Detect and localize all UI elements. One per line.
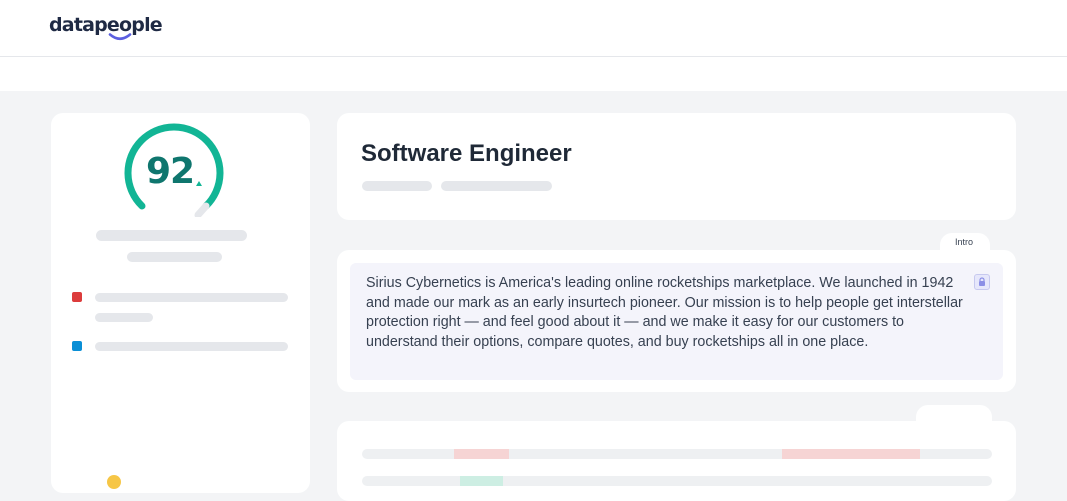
- top-navigation-bar: datapeople: [0, 0, 1067, 57]
- score-value: 92: [146, 151, 195, 192]
- info-indicator-icon: [72, 341, 82, 351]
- alert-text-placeholder: [95, 293, 288, 302]
- highlight-marker: [782, 449, 920, 459]
- highlight-marker: [454, 449, 509, 459]
- highlight-marker: [460, 476, 503, 486]
- meta-placeholder: [362, 181, 432, 191]
- app-logo[interactable]: datapeople: [49, 14, 163, 36]
- analysis-line-placeholder: [362, 476, 992, 486]
- alert-text-placeholder: [95, 313, 153, 322]
- tab-intro-label: Intro: [955, 237, 974, 247]
- score-sublabel-placeholder: [127, 252, 222, 262]
- secondary-toolbar: [0, 57, 1067, 91]
- meta-placeholder: [441, 181, 552, 191]
- intro-text-box[interactable]: Sirius Cybernetics is America's leading …: [350, 263, 1003, 380]
- info-text-placeholder: [95, 342, 288, 351]
- alert-indicator-icon: [72, 292, 82, 302]
- lock-icon: [979, 277, 985, 286]
- score-label-placeholder: [96, 230, 247, 241]
- sun-icon: [107, 475, 121, 489]
- lock-button[interactable]: [974, 274, 990, 290]
- intro-section-card: Sirius Cybernetics is America's leading …: [337, 250, 1016, 392]
- intro-text: Sirius Cybernetics is America's leading …: [366, 275, 963, 350]
- job-title-card: Software Engineer: [337, 113, 1016, 220]
- smile-logo-icon: [108, 33, 132, 41]
- analysis-card: [337, 421, 1016, 501]
- page-title[interactable]: Software Engineer: [361, 140, 572, 168]
- score-panel: 92: [51, 113, 310, 493]
